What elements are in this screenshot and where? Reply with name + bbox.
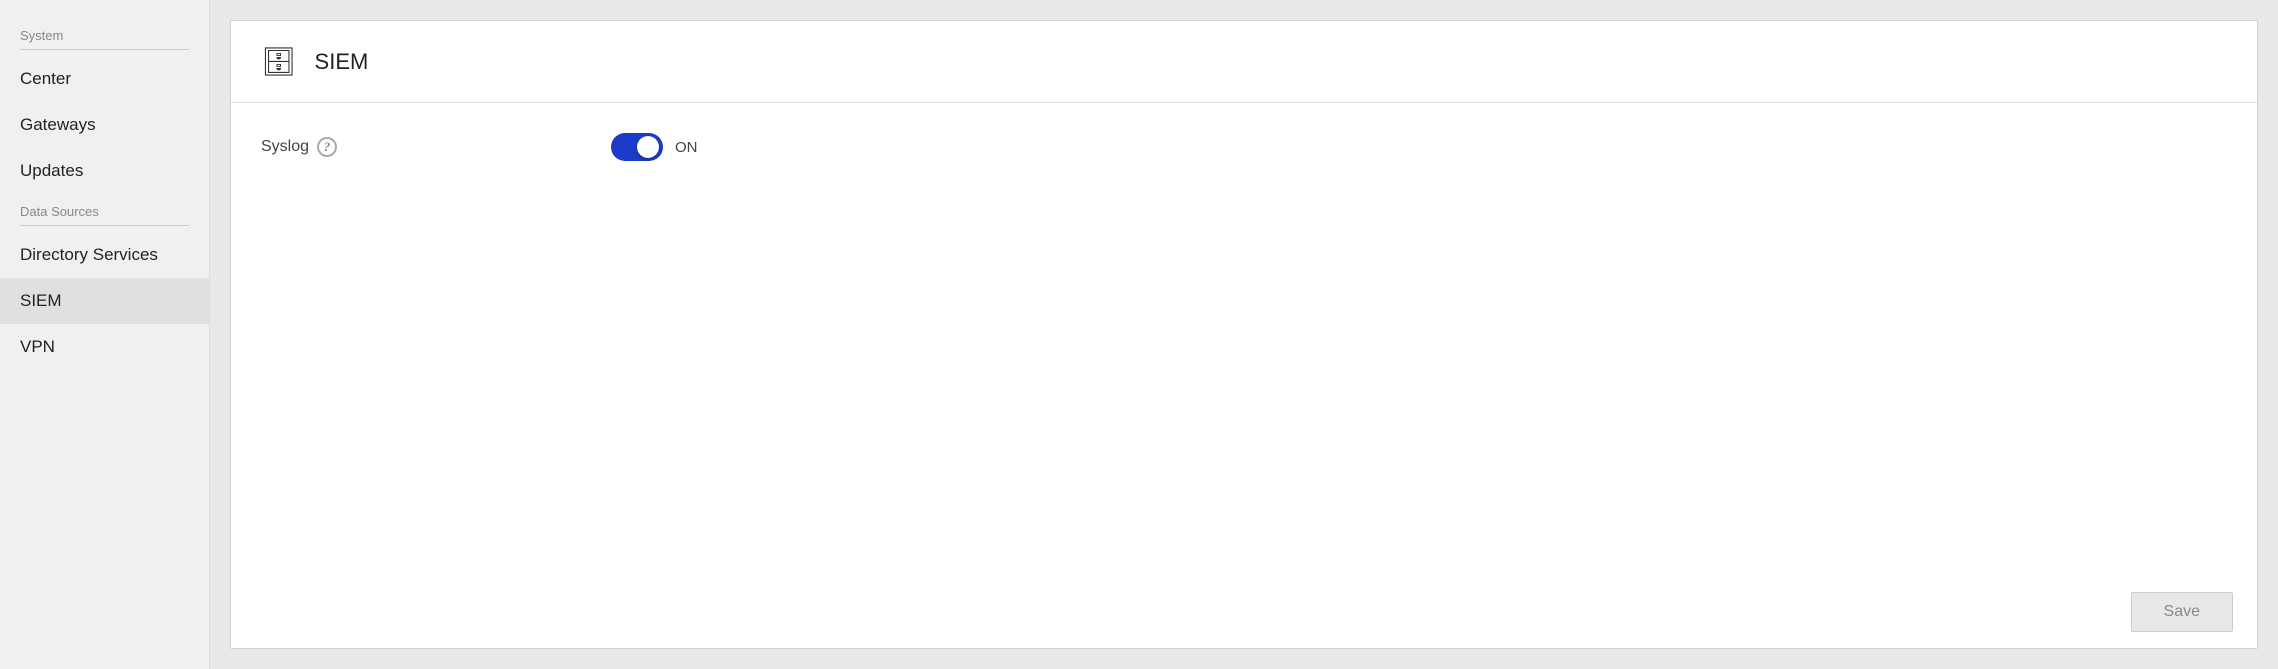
sidebar-item-siem[interactable]: SIEM — [0, 278, 209, 324]
toggle-state-label: ON — [675, 139, 698, 156]
syslog-label: Syslog ? — [261, 137, 481, 157]
card-header: 🗄 SIEM — [231, 21, 2257, 103]
main-content: 🗄 SIEM Syslog ? ON Save — [210, 0, 2278, 669]
sidebar: System Center Gateways Updates Data Sour… — [0, 0, 210, 669]
toggle-thumb — [637, 136, 659, 158]
data-sources-section-label: Data Sources — [0, 194, 209, 225]
syslog-row: Syslog ? ON — [261, 133, 2227, 161]
card-footer: Save — [231, 576, 2257, 648]
sidebar-item-directory-services[interactable]: Directory Services — [0, 232, 209, 278]
sidebar-item-center[interactable]: Center — [0, 56, 209, 102]
toggle-container: ON — [611, 133, 698, 161]
sidebar-item-gateways[interactable]: Gateways — [0, 102, 209, 148]
data-sources-divider — [20, 225, 189, 226]
sidebar-item-vpn[interactable]: VPN — [0, 324, 209, 370]
page-title: SIEM — [315, 49, 369, 75]
siem-card: 🗄 SIEM Syslog ? ON Save — [230, 20, 2258, 649]
system-divider — [20, 49, 189, 50]
save-button[interactable]: Save — [2131, 592, 2233, 632]
siem-icon: 🗄 — [261, 45, 297, 78]
card-body: Syslog ? ON — [231, 103, 2257, 576]
syslog-help-icon[interactable]: ? — [317, 137, 337, 157]
sidebar-item-updates[interactable]: Updates — [0, 148, 209, 194]
syslog-toggle[interactable] — [611, 133, 663, 161]
syslog-text: Syslog — [261, 138, 309, 156]
system-section-label: System — [0, 18, 209, 49]
toggle-track — [611, 133, 663, 161]
